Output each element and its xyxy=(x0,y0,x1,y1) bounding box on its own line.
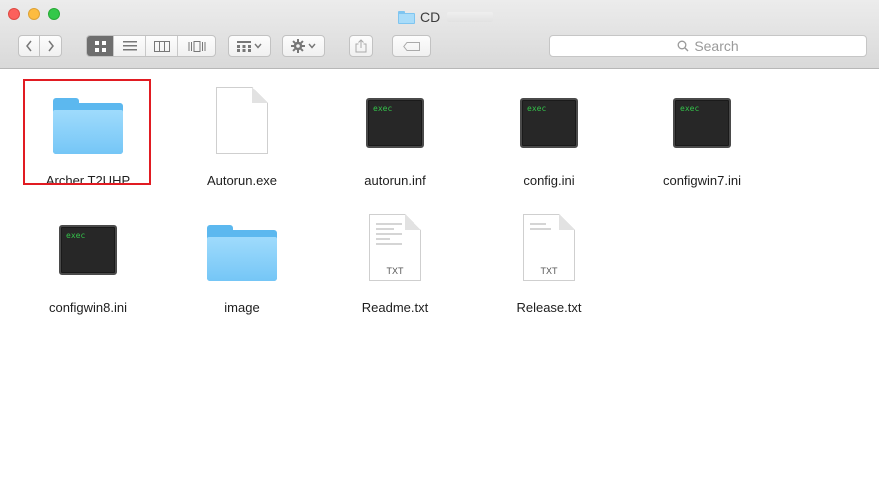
file-name: Release.txt xyxy=(516,300,582,315)
share-button[interactable] xyxy=(349,35,373,57)
window-title: CD xyxy=(398,8,494,26)
back-button[interactable] xyxy=(18,35,40,57)
file-name: Autorun.exe xyxy=(206,173,278,188)
file-name: image xyxy=(224,300,260,315)
selection-highlight xyxy=(23,79,151,185)
column-view-icon xyxy=(153,40,170,52)
window-title-text: CD xyxy=(420,9,441,25)
finder-window: CD Search Archer T2UHP Autorun.exe exec … xyxy=(0,0,879,503)
arrange-grid-icon xyxy=(237,40,251,52)
terminal-exec-icon: exec xyxy=(59,225,117,275)
gear-icon xyxy=(291,39,305,53)
text-document-icon: TXT xyxy=(523,214,575,281)
text-document-icon: TXT xyxy=(369,214,421,281)
list-view-icon xyxy=(122,41,137,51)
action-button[interactable] xyxy=(282,35,325,57)
tags-button[interactable] xyxy=(392,35,431,57)
file-name: Readme.txt xyxy=(361,300,429,315)
search-icon xyxy=(677,40,689,52)
file-name: autorun.inf xyxy=(364,173,426,188)
title-bar-blank xyxy=(447,12,494,22)
arrange-button[interactable] xyxy=(228,35,271,57)
folder-icon xyxy=(398,10,415,24)
cover-flow-view-button[interactable] xyxy=(178,36,215,56)
share-icon xyxy=(355,39,367,53)
file-name: configwin7.ini xyxy=(662,173,742,188)
minimize-window-button[interactable] xyxy=(28,8,40,20)
icon-view-icon xyxy=(94,40,106,52)
forward-button[interactable] xyxy=(39,35,62,57)
terminal-exec-icon: exec xyxy=(366,98,424,148)
column-view-button[interactable] xyxy=(146,36,178,56)
view-mode-selector xyxy=(86,35,216,57)
folder-icon xyxy=(207,225,277,281)
search-placeholder: Search xyxy=(694,38,739,54)
file-name: config.ini xyxy=(523,173,575,188)
terminal-exec-icon: exec xyxy=(673,98,731,148)
tag-icon xyxy=(402,41,420,51)
finder-toolbar: CD Search xyxy=(0,0,879,69)
icon-view-button[interactable] xyxy=(87,36,114,56)
cover-flow-view-icon xyxy=(188,40,205,52)
zoom-window-button[interactable] xyxy=(48,8,60,20)
list-view-button[interactable] xyxy=(114,36,146,56)
chevron-down-icon xyxy=(254,43,262,49)
chevron-right-icon xyxy=(47,40,54,52)
search-input[interactable]: Search xyxy=(549,35,867,57)
file-name: configwin8.ini xyxy=(48,300,128,315)
chevron-down-icon xyxy=(308,43,316,49)
terminal-exec-icon: exec xyxy=(520,98,578,148)
close-window-button[interactable] xyxy=(8,8,20,20)
chevron-left-icon xyxy=(26,40,32,52)
document-icon xyxy=(216,87,268,154)
